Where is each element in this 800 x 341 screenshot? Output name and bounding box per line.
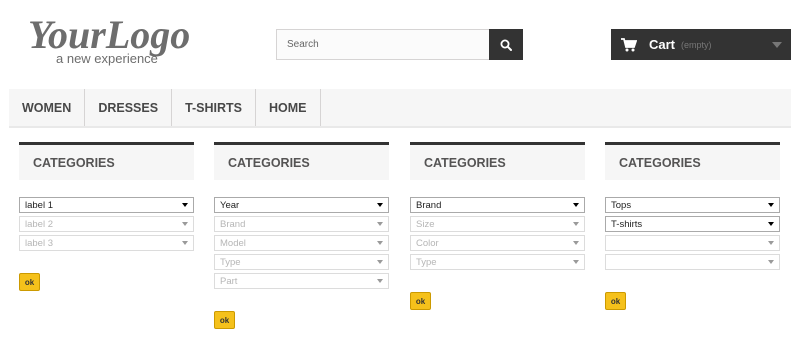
filter-select-type: Type xyxy=(214,254,389,270)
select-value: label 3 xyxy=(25,237,53,249)
filter-panel-1: CATEGORIES label 1 label 2 label 3 ok xyxy=(19,142,194,291)
shopping-cart-icon xyxy=(621,37,637,51)
dropdown-arrow-icon xyxy=(182,203,188,207)
filter-select-color: Color xyxy=(410,235,585,251)
filter-select-t-shirts[interactable]: T-shirts xyxy=(605,216,780,232)
logo-tagline: a new experience xyxy=(56,51,158,66)
filter-select-tops[interactable]: Tops xyxy=(605,197,780,213)
search-bar xyxy=(276,29,523,60)
ok-button[interactable]: ok xyxy=(410,292,431,310)
cart-label: Cart xyxy=(649,37,676,52)
dropdown-arrow-icon xyxy=(768,203,774,207)
dropdown-arrow-icon xyxy=(377,222,383,226)
select-value: Type xyxy=(416,256,437,268)
select-value: Part xyxy=(220,275,238,287)
dropdown-arrow-icon xyxy=(182,222,188,226)
search-button[interactable] xyxy=(489,29,523,60)
dropdown-arrow-icon xyxy=(377,260,383,264)
filter-select-brand: Brand xyxy=(214,216,389,232)
search-icon xyxy=(500,39,512,51)
dropdown-arrow-icon xyxy=(377,203,383,207)
select-value: Model xyxy=(220,237,246,249)
filter-select-3: label 3 xyxy=(19,235,194,251)
filter-select-year[interactable]: Year xyxy=(214,197,389,213)
select-value: Type xyxy=(220,256,241,268)
logo-icon: YourLogo a new experience xyxy=(28,12,190,66)
dropdown-arrow-icon xyxy=(182,241,188,245)
main-menu: WOMEN DRESSES T-SHIRTS HOME xyxy=(9,89,791,128)
menu-item-t-shirts[interactable]: T-SHIRTS xyxy=(172,89,257,126)
ok-button[interactable]: ok xyxy=(214,311,235,329)
select-value: label 2 xyxy=(25,218,53,230)
filter-select-empty-1 xyxy=(605,235,780,251)
panel-title: CATEGORIES xyxy=(410,142,585,180)
menu-item-home[interactable]: HOME xyxy=(256,89,321,126)
filter-panel-2: CATEGORIES Year Brand Model Type Part ok xyxy=(214,142,389,329)
dropdown-arrow-icon xyxy=(573,260,579,264)
filter-select-model: Model xyxy=(214,235,389,251)
select-value: Brand xyxy=(220,218,246,230)
dropdown-arrow-icon xyxy=(768,241,774,245)
chevron-down-icon xyxy=(772,42,782,48)
filter-panel-3: CATEGORIES Brand Size Color Type ok xyxy=(410,142,585,310)
dropdown-arrow-icon xyxy=(768,260,774,264)
panel-title: CATEGORIES xyxy=(214,142,389,180)
menu-item-women[interactable]: WOMEN xyxy=(9,89,86,126)
select-value: Brand xyxy=(416,199,442,211)
logo[interactable]: YourLogo a new experience xyxy=(26,10,226,68)
filter-select-part: Part xyxy=(214,273,389,289)
dropdown-arrow-icon xyxy=(768,222,774,226)
select-value: T-shirts xyxy=(611,218,643,230)
panel-title: CATEGORIES xyxy=(19,142,194,180)
panel-title: CATEGORIES xyxy=(605,142,780,180)
dropdown-arrow-icon xyxy=(573,203,579,207)
ok-button[interactable]: ok xyxy=(19,273,40,291)
filter-select-2: label 2 xyxy=(19,216,194,232)
search-input[interactable] xyxy=(276,29,489,60)
dropdown-arrow-icon xyxy=(377,279,383,283)
select-value: Size xyxy=(416,218,435,230)
select-value: Tops xyxy=(611,199,632,211)
select-value: label 1 xyxy=(25,199,53,211)
dropdown-arrow-icon xyxy=(377,241,383,245)
menu-item-dresses[interactable]: DRESSES xyxy=(85,89,173,126)
dropdown-arrow-icon xyxy=(573,241,579,245)
dropdown-arrow-icon xyxy=(573,222,579,226)
cart-button[interactable]: Cart (empty) xyxy=(611,29,791,60)
filter-panel-4: CATEGORIES Tops T-shirts ok xyxy=(605,142,780,310)
filter-select-size: Size xyxy=(410,216,585,232)
filter-select-1[interactable]: label 1 xyxy=(19,197,194,213)
cart-status: (empty) xyxy=(681,39,712,50)
select-value: Year xyxy=(220,199,240,211)
filter-select-brand[interactable]: Brand xyxy=(410,197,585,213)
ok-button[interactable]: ok xyxy=(605,292,626,310)
filter-select-empty-2 xyxy=(605,254,780,270)
filter-select-type: Type xyxy=(410,254,585,270)
select-value: Color xyxy=(416,237,439,249)
